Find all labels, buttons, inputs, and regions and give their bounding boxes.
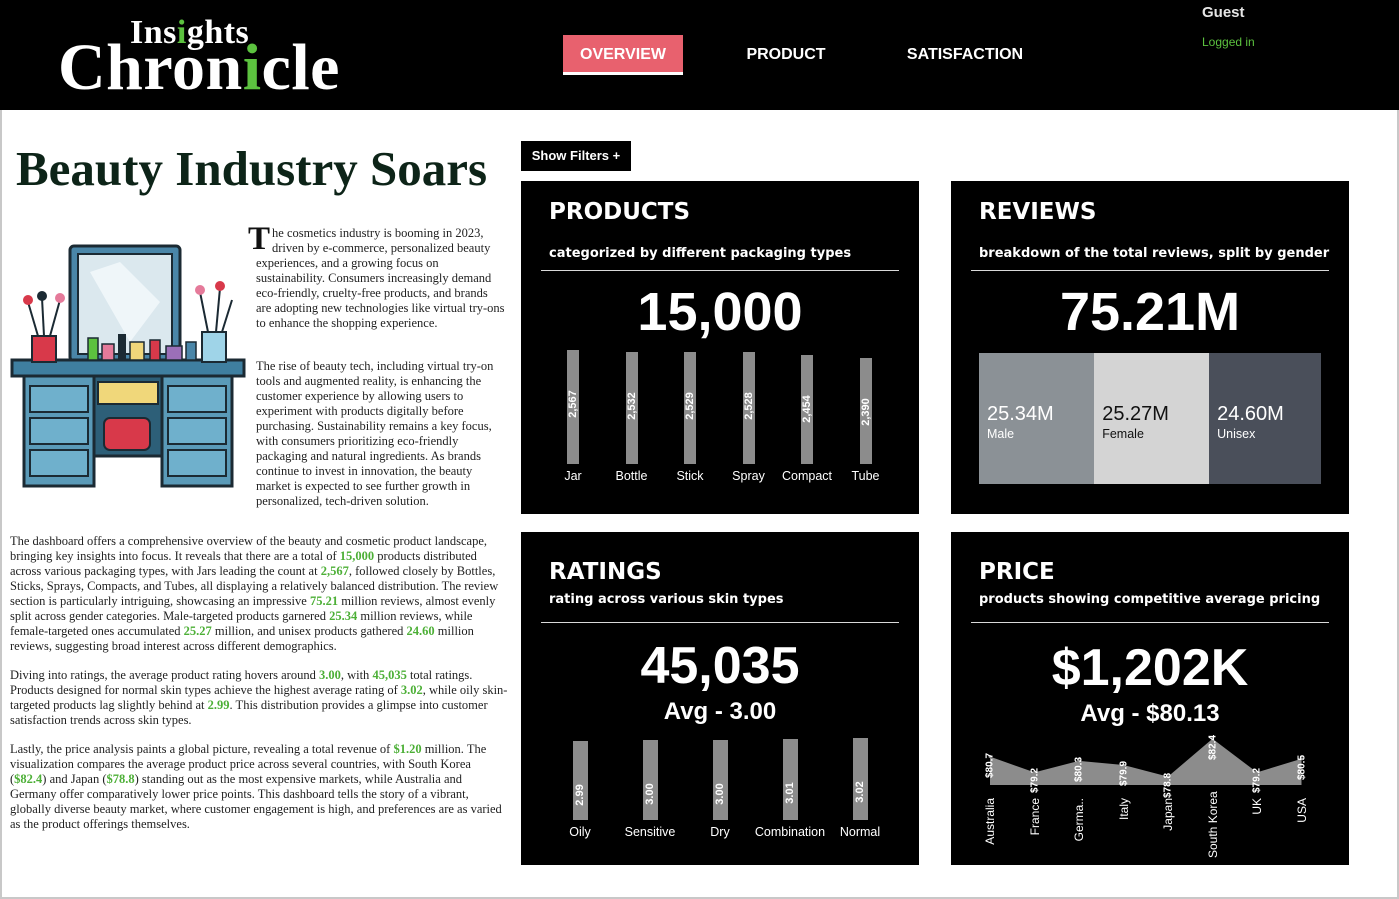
segment-label: Male	[987, 427, 1015, 441]
reviews-divider	[971, 270, 1329, 271]
tab-satisfaction[interactable]: SATISFACTION	[893, 35, 1037, 75]
paragraph-text: Diving into ratings, the average product…	[10, 668, 319, 682]
highlighted-figure: 2.99	[207, 698, 230, 712]
reviews-card-title: REVIEWS	[979, 199, 1097, 225]
paragraph-text: , with	[340, 668, 373, 682]
show-filters-button[interactable]: Show Filters +	[521, 141, 631, 171]
price-country-label: Australia	[983, 798, 997, 845]
bar-category-label: Combination	[754, 825, 826, 839]
segment-value: 25.34M	[987, 403, 1054, 425]
article-paragraph-4: Diving into ratings, the average product…	[10, 668, 510, 728]
paragraph-text: million, and unisex products gathered	[211, 624, 407, 638]
ratings-card-subtitle: rating across various skin types	[549, 592, 784, 607]
segment-value: 24.60M	[1217, 403, 1284, 425]
highlighted-figure: $78.8	[106, 772, 135, 786]
segment-value: 25.27M	[1102, 403, 1169, 425]
login-status: Logged in	[1202, 35, 1255, 49]
article-headline: Beauty Industry Soars	[16, 141, 488, 196]
paragraph-text: Lastly, the price analysis paints a glob…	[10, 742, 394, 756]
price-country-label: Italy	[1116, 798, 1131, 821]
price-country-label: France	[1027, 798, 1042, 836]
ratings-average: Avg - 3.00	[663, 698, 777, 725]
price-country-label: South Korea	[1205, 791, 1220, 858]
bar-category-label: Sensitive	[624, 825, 676, 839]
products-divider	[541, 270, 899, 271]
price-country-label: Germa..	[1072, 798, 1086, 842]
bar-category-label: Dry	[710, 825, 730, 839]
bar-category-label: Tube	[851, 469, 880, 483]
price-country-label: Japan	[1161, 798, 1175, 831]
highlighted-figure: 3.02	[400, 683, 423, 697]
products-card-subtitle: categorized by different packaging types	[549, 246, 852, 261]
drop-cap: T	[248, 221, 271, 257]
products-card-title: PRODUCTS	[549, 199, 691, 225]
ratings-card-title: RATINGS	[549, 559, 662, 585]
bar-category-label: Oily	[569, 825, 591, 839]
price-area-svg	[988, 737, 1303, 785]
price-value-label: $80.3	[1073, 756, 1085, 782]
highlighted-figure: 2,567	[320, 564, 349, 578]
ratings-total: 45,035	[640, 637, 800, 695]
article-paragraph-3: The dashboard offers a comprehensive ove…	[10, 534, 510, 654]
ratings-card: RATINGS rating across various skin types…	[521, 532, 919, 865]
bar-value-label: 3.01	[784, 782, 796, 804]
price-country-label: USA	[1294, 798, 1309, 823]
price-card: PRICE products showing competitive avera…	[951, 532, 1349, 865]
brand-logo[interactable]: Insights Chronicle	[58, 14, 358, 104]
highlighted-figure: 24.60	[406, 624, 435, 638]
ratings-divider	[541, 622, 899, 623]
products-total: 15,000	[637, 282, 803, 342]
price-value-label: $82.4	[1207, 734, 1218, 760]
tab-overview[interactable]: OVERVIEW	[563, 35, 683, 75]
bar-value-label: 2,454	[801, 395, 813, 423]
highlighted-figure: 25.27	[183, 624, 212, 638]
logo-word-chronicle: Chronicle	[58, 31, 340, 104]
price-value-label: $79.2	[1029, 768, 1040, 794]
bar-value-label: 3.02	[854, 781, 866, 803]
user-name[interactable]: Guest	[1202, 4, 1245, 21]
highlighted-figure: 3.00	[318, 668, 341, 682]
article-paragraph-5: Lastly, the price analysis paints a glob…	[10, 742, 510, 832]
highlighted-figure: $82.4	[14, 772, 43, 786]
reviews-card-subtitle: breakdown of the total reviews, split by…	[979, 246, 1330, 261]
top-bar: Insights Chronicle OVERVIEW PRODUCT SATI…	[0, 0, 1399, 110]
article-paragraph-2: The rise of beauty tech, including virtu…	[256, 359, 494, 508]
bar-value-label: 2,529	[684, 391, 696, 420]
price-value-label: $79.9	[1118, 761, 1129, 787]
price-country-label: UK	[1250, 798, 1264, 815]
highlighted-figure: 75.21	[309, 594, 339, 608]
gender-segment-male[interactable]: 25.34M Male	[979, 353, 1095, 484]
paragraph-1-text: he cosmetics industry is booming in 2023…	[256, 226, 505, 330]
highlighted-figure: 25.34	[329, 609, 358, 623]
bar-value-label: 2,390	[859, 398, 872, 426]
tab-product[interactable]: PRODUCT	[730, 35, 842, 75]
vanity-dresser-illustration	[10, 244, 246, 488]
highlighted-figure: $1.20	[393, 742, 422, 756]
price-value-label: $79.2	[1251, 768, 1263, 794]
bar-value-label: 3.00	[644, 783, 656, 805]
bar-value-label: 2,528	[742, 391, 755, 420]
bar-value-label: 2.99	[574, 784, 586, 806]
bar-category-label: Normal	[839, 825, 881, 839]
price-value-label: $80.5	[1296, 754, 1307, 780]
gender-segment-female[interactable]: 25.27M Female	[1094, 353, 1210, 484]
bar-value-label: 2,567	[567, 390, 579, 418]
bar-value-label: 3.00	[714, 783, 726, 805]
segment-label: Female	[1102, 427, 1144, 441]
highlighted-figure: 15,000	[339, 549, 375, 563]
reviews-total: 75.21M	[1059, 282, 1241, 342]
gender-segment-unisex[interactable]: 24.60M Unisex	[1209, 353, 1321, 484]
highlighted-figure: 45,035	[372, 668, 407, 682]
paragraph-text: ) and Japan (	[42, 772, 107, 786]
bar-value-label: 2,532	[625, 391, 638, 420]
segment-label: Unisex	[1217, 427, 1256, 441]
article-paragraph-1: The cosmetics industry is booming in 202…	[248, 223, 506, 331]
products-card: PRODUCTS categorized by different packag…	[521, 181, 919, 514]
price-value-label: $80.7	[984, 752, 996, 778]
reviews-card: REVIEWS breakdown of the total reviews, …	[951, 181, 1349, 514]
